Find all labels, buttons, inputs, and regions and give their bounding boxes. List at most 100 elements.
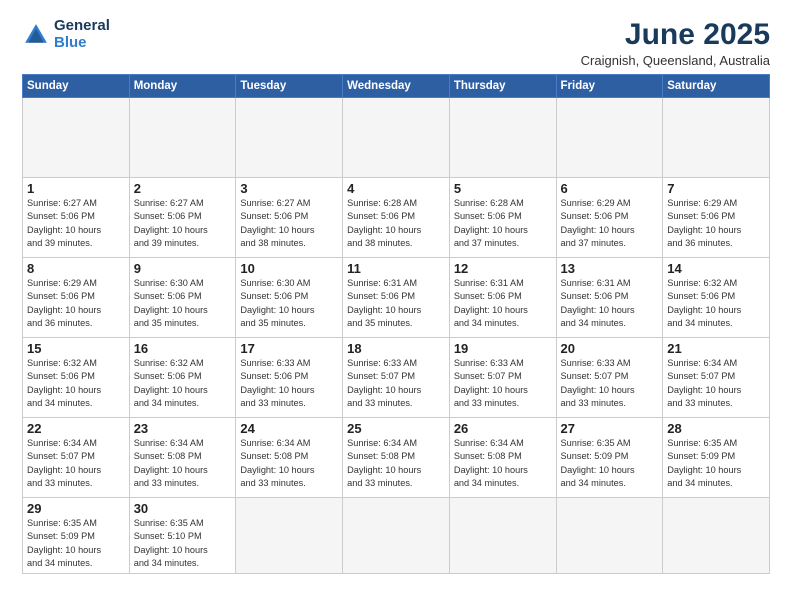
day-info: Sunrise: 6:28 AM Sunset: 5:06 PM Dayligh… [347, 197, 445, 250]
calendar-cell: 3Sunrise: 6:27 AM Sunset: 5:06 PM Daylig… [236, 178, 343, 258]
day-number: 11 [347, 261, 445, 276]
calendar-cell: 6Sunrise: 6:29 AM Sunset: 5:06 PM Daylig… [556, 178, 663, 258]
day-number: 22 [27, 421, 125, 436]
day-number: 2 [134, 181, 232, 196]
day-info: Sunrise: 6:29 AM Sunset: 5:06 PM Dayligh… [561, 197, 659, 250]
calendar-cell [129, 98, 236, 178]
calendar-cell: 2Sunrise: 6:27 AM Sunset: 5:06 PM Daylig… [129, 178, 236, 258]
col-tuesday: Tuesday [236, 75, 343, 98]
calendar-cell [663, 498, 770, 574]
calendar-cell: 23Sunrise: 6:34 AM Sunset: 5:08 PM Dayli… [129, 418, 236, 498]
day-number: 24 [240, 421, 338, 436]
calendar-cell: 14Sunrise: 6:32 AM Sunset: 5:06 PM Dayli… [663, 258, 770, 338]
calendar-cell: 21Sunrise: 6:34 AM Sunset: 5:07 PM Dayli… [663, 338, 770, 418]
day-info: Sunrise: 6:34 AM Sunset: 5:07 PM Dayligh… [667, 357, 765, 410]
calendar-cell: 27Sunrise: 6:35 AM Sunset: 5:09 PM Dayli… [556, 418, 663, 498]
day-number: 18 [347, 341, 445, 356]
day-info: Sunrise: 6:32 AM Sunset: 5:06 PM Dayligh… [134, 357, 232, 410]
day-info: Sunrise: 6:33 AM Sunset: 5:07 PM Dayligh… [454, 357, 552, 410]
day-info: Sunrise: 6:33 AM Sunset: 5:07 PM Dayligh… [561, 357, 659, 410]
day-number: 30 [134, 501, 232, 516]
day-number: 23 [134, 421, 232, 436]
day-info: Sunrise: 6:34 AM Sunset: 5:08 PM Dayligh… [240, 437, 338, 490]
day-number: 20 [561, 341, 659, 356]
day-info: Sunrise: 6:34 AM Sunset: 5:07 PM Dayligh… [27, 437, 125, 490]
calendar-cell: 13Sunrise: 6:31 AM Sunset: 5:06 PM Dayli… [556, 258, 663, 338]
day-info: Sunrise: 6:27 AM Sunset: 5:06 PM Dayligh… [27, 197, 125, 250]
calendar-week-1: 1Sunrise: 6:27 AM Sunset: 5:06 PM Daylig… [23, 178, 770, 258]
logo-text: General Blue [54, 18, 110, 51]
day-number: 28 [667, 421, 765, 436]
logo-blue: Blue [54, 34, 87, 51]
calendar-cell: 10Sunrise: 6:30 AM Sunset: 5:06 PM Dayli… [236, 258, 343, 338]
day-info: Sunrise: 6:35 AM Sunset: 5:09 PM Dayligh… [667, 437, 765, 490]
col-wednesday: Wednesday [343, 75, 450, 98]
day-number: 9 [134, 261, 232, 276]
logo-general: General [54, 17, 110, 34]
calendar-cell: 24Sunrise: 6:34 AM Sunset: 5:08 PM Dayli… [236, 418, 343, 498]
day-number: 25 [347, 421, 445, 436]
day-info: Sunrise: 6:28 AM Sunset: 5:06 PM Dayligh… [454, 197, 552, 250]
day-info: Sunrise: 6:35 AM Sunset: 5:09 PM Dayligh… [27, 517, 125, 570]
calendar-cell: 29Sunrise: 6:35 AM Sunset: 5:09 PM Dayli… [23, 498, 130, 574]
calendar-cell: 8Sunrise: 6:29 AM Sunset: 5:06 PM Daylig… [23, 258, 130, 338]
calendar-cell: 12Sunrise: 6:31 AM Sunset: 5:06 PM Dayli… [449, 258, 556, 338]
calendar-cell: 20Sunrise: 6:33 AM Sunset: 5:07 PM Dayli… [556, 338, 663, 418]
day-number: 6 [561, 181, 659, 196]
day-number: 16 [134, 341, 232, 356]
calendar: Sunday Monday Tuesday Wednesday Thursday… [22, 74, 770, 574]
calendar-cell: 19Sunrise: 6:33 AM Sunset: 5:07 PM Dayli… [449, 338, 556, 418]
day-info: Sunrise: 6:33 AM Sunset: 5:06 PM Dayligh… [240, 357, 338, 410]
day-info: Sunrise: 6:31 AM Sunset: 5:06 PM Dayligh… [347, 277, 445, 330]
calendar-cell: 4Sunrise: 6:28 AM Sunset: 5:06 PM Daylig… [343, 178, 450, 258]
day-number: 26 [454, 421, 552, 436]
logo: General Blue [22, 18, 110, 51]
header: General Blue June 2025 Craignish, Queens… [22, 18, 770, 68]
calendar-cell: 16Sunrise: 6:32 AM Sunset: 5:06 PM Dayli… [129, 338, 236, 418]
day-info: Sunrise: 6:29 AM Sunset: 5:06 PM Dayligh… [27, 277, 125, 330]
day-number: 4 [347, 181, 445, 196]
day-info: Sunrise: 6:30 AM Sunset: 5:06 PM Dayligh… [134, 277, 232, 330]
day-info: Sunrise: 6:31 AM Sunset: 5:06 PM Dayligh… [454, 277, 552, 330]
month-title: June 2025 [581, 18, 770, 52]
calendar-cell: 25Sunrise: 6:34 AM Sunset: 5:08 PM Dayli… [343, 418, 450, 498]
calendar-cell: 30Sunrise: 6:35 AM Sunset: 5:10 PM Dayli… [129, 498, 236, 574]
col-saturday: Saturday [663, 75, 770, 98]
calendar-cell: 9Sunrise: 6:30 AM Sunset: 5:06 PM Daylig… [129, 258, 236, 338]
col-sunday: Sunday [23, 75, 130, 98]
calendar-cell: 28Sunrise: 6:35 AM Sunset: 5:09 PM Dayli… [663, 418, 770, 498]
day-info: Sunrise: 6:32 AM Sunset: 5:06 PM Dayligh… [27, 357, 125, 410]
day-info: Sunrise: 6:27 AM Sunset: 5:06 PM Dayligh… [240, 197, 338, 250]
col-thursday: Thursday [449, 75, 556, 98]
calendar-cell: 26Sunrise: 6:34 AM Sunset: 5:08 PM Dayli… [449, 418, 556, 498]
calendar-cell: 7Sunrise: 6:29 AM Sunset: 5:06 PM Daylig… [663, 178, 770, 258]
day-number: 13 [561, 261, 659, 276]
day-number: 5 [454, 181, 552, 196]
day-number: 14 [667, 261, 765, 276]
calendar-cell: 22Sunrise: 6:34 AM Sunset: 5:07 PM Dayli… [23, 418, 130, 498]
day-number: 15 [27, 341, 125, 356]
calendar-cell: 5Sunrise: 6:28 AM Sunset: 5:06 PM Daylig… [449, 178, 556, 258]
calendar-week-0 [23, 98, 770, 178]
calendar-cell [556, 498, 663, 574]
title-block: June 2025 Craignish, Queensland, Austral… [581, 18, 770, 68]
day-info: Sunrise: 6:34 AM Sunset: 5:08 PM Dayligh… [454, 437, 552, 490]
day-number: 21 [667, 341, 765, 356]
calendar-cell [449, 498, 556, 574]
day-number: 17 [240, 341, 338, 356]
logo-icon [22, 21, 50, 49]
day-number: 29 [27, 501, 125, 516]
day-info: Sunrise: 6:33 AM Sunset: 5:07 PM Dayligh… [347, 357, 445, 410]
calendar-cell: 15Sunrise: 6:32 AM Sunset: 5:06 PM Dayli… [23, 338, 130, 418]
col-friday: Friday [556, 75, 663, 98]
calendar-week-3: 15Sunrise: 6:32 AM Sunset: 5:06 PM Dayli… [23, 338, 770, 418]
day-info: Sunrise: 6:35 AM Sunset: 5:09 PM Dayligh… [561, 437, 659, 490]
calendar-cell [449, 98, 556, 178]
day-info: Sunrise: 6:27 AM Sunset: 5:06 PM Dayligh… [134, 197, 232, 250]
day-info: Sunrise: 6:32 AM Sunset: 5:06 PM Dayligh… [667, 277, 765, 330]
day-number: 12 [454, 261, 552, 276]
day-number: 3 [240, 181, 338, 196]
calendar-cell [343, 98, 450, 178]
day-info: Sunrise: 6:34 AM Sunset: 5:08 PM Dayligh… [347, 437, 445, 490]
calendar-cell [236, 498, 343, 574]
